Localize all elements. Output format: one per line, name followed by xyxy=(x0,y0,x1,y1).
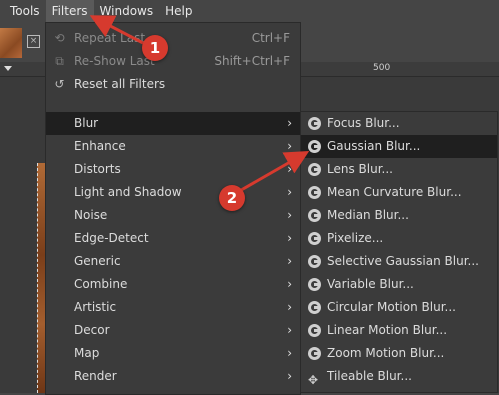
submenu-item-label: Pixelize... xyxy=(327,231,384,245)
menu-item-combine[interactable]: Combine › xyxy=(46,273,300,296)
image-thumbnail[interactable] xyxy=(0,28,22,58)
menu-item-enhance[interactable]: Enhance › xyxy=(46,135,300,158)
chevron-right-icon: › xyxy=(287,346,292,360)
menu-item-label: Map xyxy=(74,346,100,360)
chevron-right-icon: › xyxy=(287,231,292,245)
submenu-item-linear-motion-blur[interactable]: Linear Motion Blur... xyxy=(301,319,497,342)
submenu-item-mean-curvature-blur[interactable]: Mean Curvature Blur... xyxy=(301,181,497,204)
menu-item-shortcut: Shift+Ctrl+F xyxy=(214,54,290,68)
menu-item-label: Light and Shadow xyxy=(74,185,182,199)
submenu-item-label: Linear Motion Blur... xyxy=(327,323,448,337)
menu-item-generic[interactable]: Generic › xyxy=(46,250,300,273)
menu-item-label: Noise xyxy=(74,208,108,222)
submenu-item-label: Selective Gaussian Blur... xyxy=(327,254,479,268)
ruler-menu-arrow-icon[interactable] xyxy=(4,66,12,71)
menu-tools[interactable]: Tools xyxy=(0,0,46,22)
submenu-item-label: Focus Blur... xyxy=(327,116,400,130)
close-icon[interactable]: × xyxy=(27,35,40,48)
submenu-item-gaussian-blur[interactable]: Gaussian Blur... xyxy=(301,135,497,158)
filters-menu: ⟲ Repeat Last Ctrl+F ⧉ Re-Show Last Shif… xyxy=(45,22,301,395)
menu-item-edge-detect[interactable]: Edge-Detect › xyxy=(46,227,300,250)
submenu-item-focus-blur[interactable]: Focus Blur... xyxy=(301,112,497,135)
chevron-right-icon: › xyxy=(287,139,292,153)
menu-item-label: Blur xyxy=(74,116,99,130)
menu-item-artistic[interactable]: Artistic › xyxy=(46,296,300,319)
reset-icon: ↺ xyxy=(54,77,65,91)
submenu-item-median-blur[interactable]: Median Blur... xyxy=(301,204,497,227)
gegl-icon xyxy=(308,117,321,130)
menu-item-label: Edge-Detect xyxy=(74,231,149,245)
menu-item-light-and-shadow[interactable]: Light and Shadow › xyxy=(46,181,300,204)
ruler-tick-label: 500 xyxy=(373,63,391,73)
script-fu-icon: ✥ xyxy=(308,373,319,387)
menu-item-label: Decor xyxy=(74,323,110,337)
menu-item-label: Artistic xyxy=(74,300,117,314)
menu-item-label: Generic xyxy=(74,254,121,268)
submenu-item-label: Gaussian Blur... xyxy=(327,139,421,153)
menu-item-decor[interactable]: Decor › xyxy=(46,319,300,342)
chevron-right-icon: › xyxy=(287,162,292,176)
step-badge-1: 1 xyxy=(142,35,168,61)
menu-item-label: Render xyxy=(74,369,117,383)
menu-item-render[interactable]: Render › xyxy=(46,365,300,388)
submenu-item-selective-gaussian-blur[interactable]: Selective Gaussian Blur... xyxy=(301,250,497,273)
submenu-item-circular-motion-blur[interactable]: Circular Motion Blur... xyxy=(301,296,497,319)
menu-item-label: Distorts xyxy=(74,162,121,176)
menu-item-label: Reset all Filters xyxy=(74,77,166,91)
submenu-item-zoom-motion-blur[interactable]: Zoom Motion Blur... xyxy=(301,342,497,365)
menubar: Tools Filters Windows Help xyxy=(0,0,499,22)
menu-item-label: Combine xyxy=(74,277,128,291)
submenu-item-pixelize[interactable]: Pixelize... xyxy=(301,227,497,250)
submenu-item-label: Lens Blur... xyxy=(327,162,393,176)
menu-item-repeat-last[interactable]: ⟲ Repeat Last Ctrl+F xyxy=(46,27,300,50)
menu-item-shortcut: Ctrl+F xyxy=(251,31,290,45)
submenu-item-label: Circular Motion Blur... xyxy=(327,300,456,314)
gegl-icon xyxy=(308,301,321,314)
menu-item-map[interactable]: Map › xyxy=(46,342,300,365)
menu-item-distorts[interactable]: Distorts › xyxy=(46,158,300,181)
menu-item-noise[interactable]: Noise › xyxy=(46,204,300,227)
chevron-right-icon: › xyxy=(287,277,292,291)
gegl-icon xyxy=(308,186,321,199)
chevron-right-icon: › xyxy=(287,254,292,268)
chevron-right-icon: › xyxy=(287,208,292,222)
submenu-item-label: Median Blur... xyxy=(327,208,409,222)
reshow-icon: ⧉ xyxy=(55,54,64,68)
submenu-item-lens-blur[interactable]: Lens Blur... xyxy=(301,158,497,181)
gegl-icon xyxy=(308,278,321,291)
menu-windows[interactable]: Windows xyxy=(94,0,160,22)
gegl-icon xyxy=(308,209,321,222)
step-badge-2: 2 xyxy=(219,185,245,211)
gegl-icon xyxy=(308,255,321,268)
menu-filters[interactable]: Filters xyxy=(45,0,94,22)
menu-item-blur[interactable]: Blur › xyxy=(46,112,300,135)
blur-submenu: Focus Blur... Gaussian Blur... Lens Blur… xyxy=(300,111,498,393)
gegl-icon xyxy=(308,324,321,337)
menu-item-label: Enhance xyxy=(74,139,126,153)
chevron-right-icon: › xyxy=(287,323,292,337)
submenu-item-label: Tileable Blur... xyxy=(327,369,412,383)
gegl-icon xyxy=(308,347,321,360)
submenu-item-label: Zoom Motion Blur... xyxy=(327,346,445,360)
repeat-icon: ⟲ xyxy=(54,31,65,45)
gegl-icon xyxy=(308,232,321,245)
submenu-item-variable-blur[interactable]: Variable Blur... xyxy=(301,273,497,296)
submenu-item-label: Mean Curvature Blur... xyxy=(327,185,462,199)
menu-item-reshow-last[interactable]: ⧉ Re-Show Last Shift+Ctrl+F xyxy=(46,50,300,73)
chevron-right-icon: › xyxy=(287,185,292,199)
submenu-item-label: Variable Blur... xyxy=(327,277,414,291)
menu-item-reset-all-filters[interactable]: ↺ Reset all Filters xyxy=(46,73,300,96)
menu-help[interactable]: Help xyxy=(159,0,198,22)
gegl-icon xyxy=(308,163,321,176)
chevron-right-icon: › xyxy=(287,300,292,314)
chevron-right-icon: › xyxy=(287,369,292,383)
chevron-right-icon: › xyxy=(287,116,292,130)
submenu-item-tileable-blur[interactable]: ✥ Tileable Blur... xyxy=(301,365,497,388)
gegl-icon xyxy=(308,140,321,153)
menu-item-label: Repeat Last xyxy=(74,31,146,45)
